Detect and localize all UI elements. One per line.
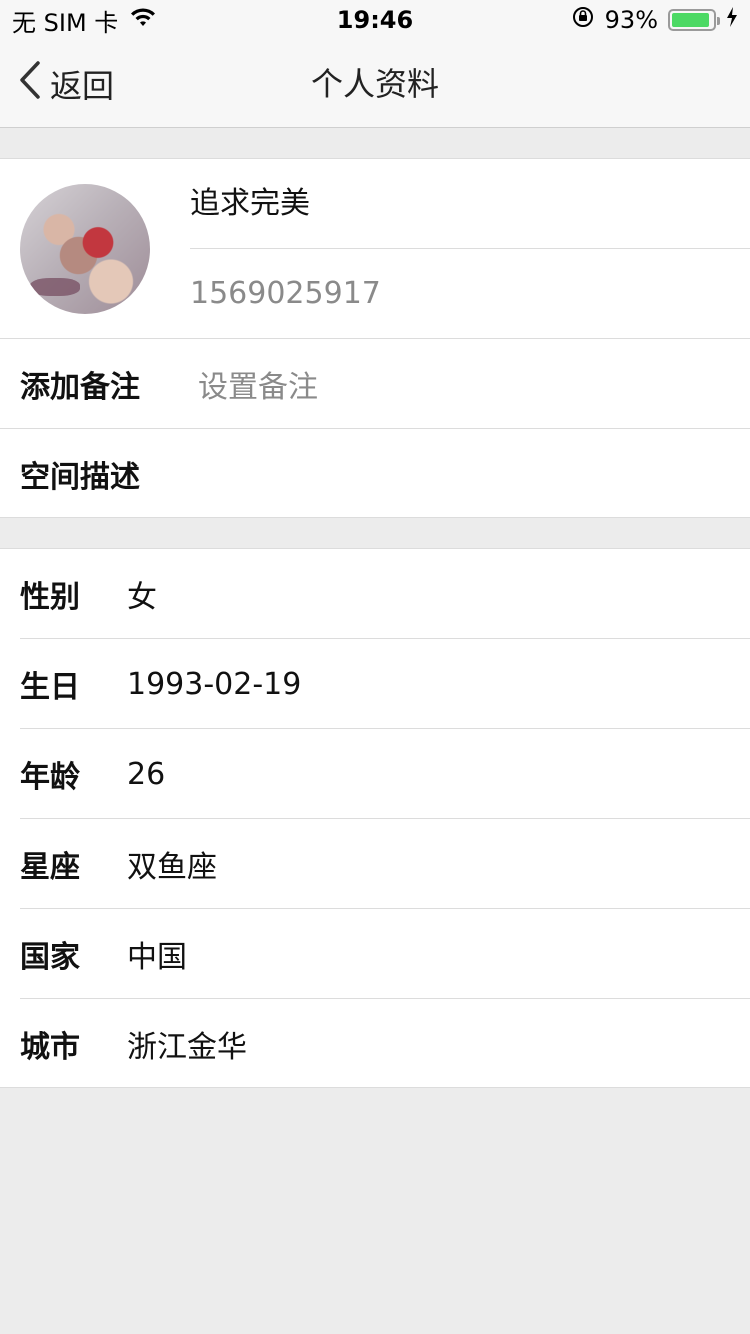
- wifi-icon: [128, 6, 158, 34]
- detail-row-birthday: 生日 1993-02-19: [0, 639, 750, 729]
- avatar[interactable]: [20, 184, 150, 314]
- details-group: 性别 女 生日 1993-02-19 年龄 26 星座 双鱼座 国家 中国 城市…: [0, 548, 750, 1088]
- battery-percent: 93%: [604, 6, 658, 34]
- battery-icon: [668, 9, 720, 31]
- detail-value: 双鱼座: [127, 850, 217, 885]
- detail-label: 城市: [20, 1030, 80, 1065]
- detail-row-country: 国家 中国: [0, 909, 750, 999]
- detail-value: 26: [127, 756, 166, 792]
- detail-value: 中国: [127, 940, 187, 975]
- detail-row-gender: 性别 女: [0, 549, 750, 639]
- user-id: 1569025917: [190, 276, 381, 311]
- back-button[interactable]: 返回: [18, 40, 114, 128]
- carrier-label: 无 SIM 卡: [12, 8, 119, 37]
- detail-value: 1993-02-19: [127, 666, 302, 702]
- space-description-row[interactable]: 空间描述: [0, 429, 750, 519]
- detail-label: 年龄: [20, 760, 80, 795]
- battery-fill: [672, 13, 710, 27]
- navigation-bar: 返回 个人资料: [0, 40, 750, 128]
- status-bar: 无 SIM 卡 19:46 93%: [0, 0, 750, 40]
- detail-label: 国家: [20, 940, 80, 975]
- profile-header: 追求完美 1569025917: [0, 159, 750, 339]
- space-description-label: 空间描述: [20, 460, 140, 495]
- detail-row-city: 城市 浙江金华: [0, 999, 750, 1089]
- detail-value: 女: [127, 580, 157, 615]
- profile-group: 追求完美 1569025917 添加备注 设置备注 空间描述: [0, 158, 750, 518]
- remark-row[interactable]: 添加备注 设置备注: [0, 339, 750, 429]
- chevron-left-icon: [18, 60, 42, 108]
- back-label: 返回: [50, 67, 115, 105]
- charging-bolt-icon: [726, 6, 738, 34]
- detail-label: 性别: [20, 580, 80, 615]
- detail-label: 生日: [20, 670, 80, 705]
- remark-label: 添加备注: [20, 369, 140, 405]
- status-left: 无 SIM 卡: [12, 3, 158, 38]
- detail-label: 星座: [20, 850, 80, 885]
- detail-row-age: 年龄 26: [0, 729, 750, 819]
- detail-value: 浙江金华: [127, 1030, 247, 1065]
- status-right: 93%: [571, 5, 738, 35]
- rotation-lock-icon: [571, 5, 595, 35]
- detail-row-zodiac: 星座 双鱼座: [0, 819, 750, 909]
- nickname: 追求完美: [190, 186, 310, 221]
- remark-input[interactable]: 设置备注: [198, 362, 318, 406]
